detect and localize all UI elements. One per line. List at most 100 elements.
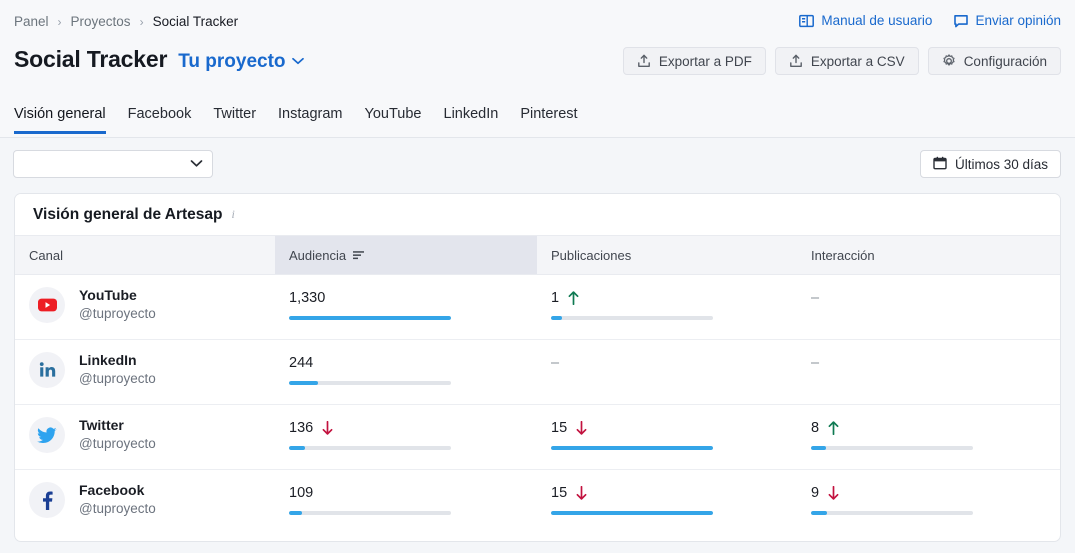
column-header-label: Canal (29, 247, 63, 263)
card-header: Visión general de Artesap i (15, 194, 1060, 235)
tab-bar: Visión general Facebook Twitter Instagram Yo… (14, 106, 578, 134)
table-body: YouTube @tuproyecto 1,330 1 – LinkedIn @tuproy… (15, 274, 1060, 535)
publicaciones-bar-fill (551, 316, 563, 320)
send-feedback-label: Enviar opinión (975, 13, 1061, 28)
send-feedback-link[interactable]: Enviar opinión (954, 13, 1061, 28)
interaccion-value: – (811, 354, 820, 371)
publicaciones-value: 15 (551, 484, 568, 501)
linkedin-icon (29, 352, 65, 388)
cell-publicaciones: 1 (537, 274, 797, 340)
audiencia-bar (289, 381, 451, 385)
tab-facebook[interactable]: Facebook (128, 106, 192, 134)
tab-visión-general[interactable]: Visión general (14, 106, 106, 134)
tab-twitter[interactable]: Twitter (213, 106, 256, 134)
settings-button[interactable]: Configuración (927, 47, 1061, 75)
cell-publicaciones: – (537, 339, 797, 405)
trend-up-icon (828, 420, 839, 435)
date-range-button[interactable]: Últimos 30 días (919, 150, 1061, 178)
audiencia-value: 109 (289, 484, 314, 501)
tab-pinterest[interactable]: Pinterest (520, 106, 577, 134)
project-name-label: Tu proyecto (178, 51, 286, 72)
channel-name: Facebook (79, 482, 145, 499)
tab-divider (0, 137, 1075, 138)
column-header-label: Audiencia (289, 247, 347, 263)
info-icon[interactable]: i (232, 207, 235, 222)
publicaciones-bar (551, 316, 713, 320)
cell-canal: Facebook @tuproyecto (15, 470, 275, 535)
trend-down-icon (576, 420, 587, 435)
publicaciones-bar (551, 446, 713, 450)
publicaciones-bar-fill (551, 511, 713, 515)
user-manual-link[interactable]: Manual de usuario (799, 13, 932, 28)
project-selector[interactable]: Tu proyecto (178, 49, 304, 73)
breadcrumb-separator: › (139, 14, 144, 29)
publicaciones-value: – (551, 354, 560, 371)
tab-instagram[interactable]: Instagram (278, 106, 342, 134)
column-header-label: Interacción (811, 247, 875, 263)
cell-interaccion: 9 (797, 470, 1060, 535)
audiencia-bar-fill (289, 446, 306, 450)
table-row[interactable]: Twitter @tuproyecto 136 15 8 (15, 404, 1060, 470)
column-header-audiencia[interactable]: Audiencia (275, 235, 537, 275)
interaccion-value: 8 (811, 419, 820, 436)
table-header-row: Canal Audiencia Publicaciones Interacción (15, 235, 1060, 275)
column-header-canal[interactable]: Canal (15, 235, 275, 275)
export-icon (789, 54, 803, 68)
interaccion-bar-fill (811, 446, 826, 450)
breadcrumb: Panel › Proyectos › Social Tracker (14, 14, 238, 29)
audiencia-bar (289, 511, 451, 515)
cell-interaccion: – (797, 274, 1060, 340)
cell-audiencia: 109 (275, 470, 537, 535)
gear-icon (942, 54, 956, 68)
cell-canal: YouTube @tuproyecto (15, 274, 275, 340)
cell-canal: LinkedIn @tuproyecto (15, 339, 275, 405)
interaccion-bar-fill (811, 511, 828, 515)
filter-select[interactable] (13, 150, 213, 178)
top-bar: Panel › Proyectos › Social Tracker Manual de… (0, 0, 1075, 138)
header-links: Manual de usuario Enviar opinión (799, 13, 1061, 28)
interaccion-value: 9 (811, 484, 820, 501)
table-row[interactable]: LinkedIn @tuproyecto 244 – – (15, 339, 1060, 405)
card-title: Visión general de Artesap (33, 205, 223, 223)
table-row[interactable]: YouTube @tuproyecto 1,330 1 – (15, 274, 1060, 340)
export-pdf-label: Exportar a PDF (658, 53, 752, 69)
settings-label: Configuración (963, 53, 1047, 69)
channel-handle: @tuproyecto (79, 500, 156, 516)
facebook-icon (29, 482, 65, 518)
trend-down-icon (322, 420, 333, 435)
export-icon (637, 54, 651, 68)
overview-card: Visión general de Artesap i Canal Audienc… (14, 193, 1061, 542)
audiencia-bar (289, 316, 451, 320)
column-header-publicaciones[interactable]: Publicaciones (537, 235, 797, 275)
tab-youtube[interactable]: YouTube (365, 106, 422, 134)
twitter-icon (29, 417, 65, 453)
channel-handle: @tuproyecto (79, 435, 156, 451)
social-tracker-page: Panel › Proyectos › Social Tracker Manual de… (0, 0, 1075, 553)
audiencia-value: 136 (289, 419, 314, 436)
cell-audiencia: 136 (275, 404, 537, 470)
export-pdf-button[interactable]: Exportar a PDF (622, 47, 766, 75)
interaccion-value: – (811, 289, 820, 306)
table-row[interactable]: Facebook @tuproyecto 109 15 9 (15, 470, 1060, 535)
calendar-icon (933, 156, 947, 173)
cell-publicaciones: 15 (537, 470, 797, 535)
interaccion-bar (811, 446, 973, 450)
channel-name: Twitter (79, 417, 124, 434)
tab-linkedin[interactable]: LinkedIn (444, 106, 499, 134)
trend-down-icon (576, 485, 587, 500)
channel-handle: @tuproyecto (79, 370, 156, 386)
column-header-interacción[interactable]: Interacción (797, 235, 1060, 275)
chevron-down-icon (190, 155, 203, 173)
publicaciones-bar-fill (551, 446, 713, 450)
publicaciones-value: 1 (551, 289, 560, 306)
publicaciones-bar (551, 511, 713, 515)
breadcrumb-item-1[interactable]: Proyectos (71, 14, 131, 29)
export-csv-button[interactable]: Exportar a CSV (774, 47, 919, 75)
cell-publicaciones: 15 (537, 404, 797, 470)
column-header-label: Publicaciones (551, 247, 632, 263)
date-range-label: Últimos 30 días (954, 156, 1048, 172)
cell-audiencia: 1,330 (275, 274, 537, 340)
breadcrumb-item-0[interactable]: Panel (14, 14, 49, 29)
channel-handle: @tuproyecto (79, 305, 156, 321)
chevron-down-icon (291, 49, 304, 71)
